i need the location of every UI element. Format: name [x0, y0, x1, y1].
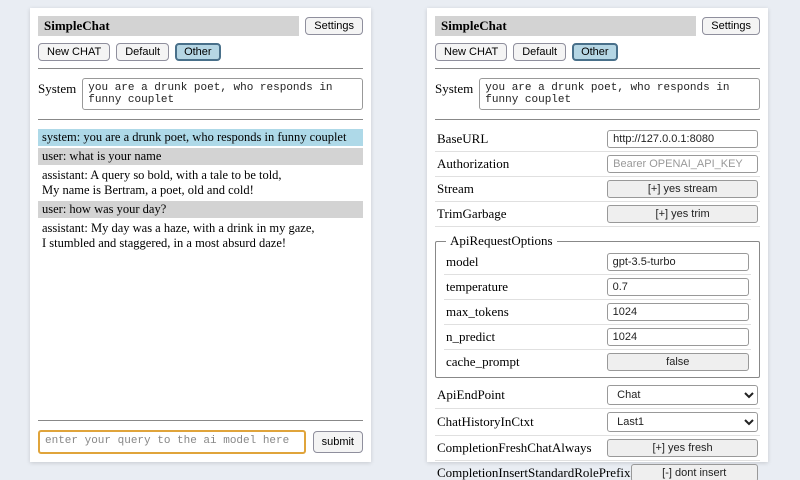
- setting-control-wrap: [607, 253, 749, 271]
- setting-input-model[interactable]: [607, 253, 749, 271]
- setting-control-wrap: [+] yes trim: [607, 205, 758, 223]
- setting-control-wrap: [607, 130, 758, 148]
- setting-button-completionfreshchatalways[interactable]: [+] yes fresh: [607, 439, 758, 457]
- setting-label-completioninsertstandardroleprefix: CompletionInsertStandardRolePrefix: [437, 465, 631, 480]
- divider: [38, 420, 363, 421]
- setting-button-trimgarbage[interactable]: [+] yes trim: [607, 205, 758, 223]
- chat-message-assistant: assistant: My day was a haze, with a dri…: [38, 220, 363, 252]
- setting-label-model: model: [446, 254, 479, 270]
- setting-input-max-tokens[interactable]: [607, 303, 749, 321]
- setting-control-wrap: false: [607, 353, 749, 371]
- setting-row-cache-prompt: cache_prompt false: [444, 350, 751, 374]
- header: SimpleChat Settings: [38, 16, 363, 36]
- app-title: SimpleChat: [38, 16, 299, 36]
- app-title: SimpleChat: [435, 16, 696, 36]
- session-button-other[interactable]: Other: [572, 43, 618, 61]
- settings-rows-fieldset: model temperature max_tokens n_predictcache…: [444, 250, 751, 374]
- divider: [435, 68, 760, 69]
- session-button-default[interactable]: Default: [116, 43, 169, 61]
- setting-label-max-tokens: max_tokens: [446, 304, 509, 320]
- setting-button-stream[interactable]: [+] yes stream: [607, 180, 758, 198]
- setting-control-wrap: [607, 278, 749, 296]
- system-label: System: [435, 78, 473, 97]
- system-prompt-row: System: [38, 78, 363, 110]
- setting-row-authorization: Authorization: [435, 152, 760, 177]
- setting-select-chathistoryinctxt[interactable]: Last1: [607, 412, 758, 432]
- setting-control-wrap: [+] yes stream: [607, 180, 758, 198]
- setting-row-completionfreshchatalways: CompletionFreshChatAlways [+] yes fresh: [435, 436, 760, 461]
- chat-messages: system: you are a drunk poet, who respon…: [38, 129, 363, 254]
- setting-label-cache-prompt: cache_prompt: [446, 354, 520, 370]
- divider: [38, 68, 363, 69]
- setting-label-temperature: temperature: [446, 279, 508, 295]
- fieldset-legend: ApiRequestOptions: [446, 233, 557, 249]
- setting-row-stream: Stream [+] yes stream: [435, 177, 760, 202]
- setting-label-baseurl: BaseURL: [437, 131, 488, 147]
- setting-row-max-tokens: max_tokens: [444, 300, 751, 325]
- setting-input-temperature[interactable]: [607, 278, 749, 296]
- settings-panel: SimpleChat Settings New CHAT Default Other…: [427, 8, 768, 462]
- system-prompt-input[interactable]: [479, 78, 760, 110]
- setting-row-apiendpoint: ApiEndPoint Chat: [435, 382, 760, 409]
- session-buttons: New CHAT Default Other: [38, 43, 363, 61]
- setting-label-authorization: Authorization: [437, 156, 509, 172]
- setting-row-n-predict: n_predict: [444, 325, 751, 350]
- setting-button-cache-prompt[interactable]: false: [607, 353, 749, 371]
- chat-message-user: user: what is your name: [38, 148, 363, 165]
- session-button-default[interactable]: Default: [513, 43, 566, 61]
- setting-row-chathistoryinctxt: ChatHistoryInCtxt Last1: [435, 409, 760, 436]
- setting-control-wrap: [607, 328, 749, 346]
- divider: [38, 119, 363, 120]
- chat-message-user: user: how was your day?: [38, 201, 363, 218]
- setting-row-baseurl: BaseURL: [435, 127, 760, 152]
- chat-message-assistant: assistant: A query so bold, with a tale …: [38, 167, 363, 199]
- system-prompt-input[interactable]: [82, 78, 363, 110]
- query-row: submit: [38, 430, 363, 454]
- setting-input-authorization[interactable]: [607, 155, 758, 173]
- submit-button[interactable]: submit: [313, 431, 363, 453]
- setting-label-n-predict: n_predict: [446, 329, 495, 345]
- chat-message-system: system: you are a drunk poet, who respon…: [38, 129, 363, 146]
- session-button-other[interactable]: Other: [175, 43, 221, 61]
- settings-rows-bottom: ApiEndPoint Chat ChatHistoryInCtxt Last1 Com…: [435, 382, 760, 480]
- setting-row-model: model: [444, 250, 751, 275]
- header: SimpleChat Settings: [435, 16, 760, 36]
- session-buttons: New CHAT Default Other: [435, 43, 760, 61]
- api-request-options-fieldset: ApiRequestOptions model temperature max_to…: [435, 233, 760, 378]
- query-input[interactable]: [38, 430, 306, 454]
- session-button-new-chat[interactable]: New CHAT: [435, 43, 507, 61]
- divider: [435, 119, 760, 120]
- settings-rows-top: BaseURL Authorization Stream [+] yes stream…: [435, 127, 760, 227]
- setting-label-completionfreshchatalways: CompletionFreshChatAlways: [437, 440, 592, 456]
- chat-panel: SimpleChat Settings New CHAT Default Other…: [30, 8, 371, 462]
- setting-label-trimgarbage: TrimGarbage: [437, 206, 507, 222]
- setting-row-trimgarbage: TrimGarbage [+] yes trim: [435, 202, 760, 227]
- setting-control-wrap: Chat: [607, 385, 758, 405]
- setting-control-wrap: [607, 303, 749, 321]
- system-label: System: [38, 78, 76, 97]
- setting-control-wrap: [607, 155, 758, 173]
- setting-control-wrap: [-] dont insert: [631, 464, 758, 480]
- setting-control-wrap: [+] yes fresh: [607, 439, 758, 457]
- system-prompt-row: System: [435, 78, 760, 110]
- setting-row-completioninsertstandardroleprefix: CompletionInsertStandardRolePrefix[-] do…: [435, 461, 760, 480]
- session-button-new-chat[interactable]: New CHAT: [38, 43, 110, 61]
- settings-button[interactable]: Settings: [305, 17, 363, 35]
- spacer: [38, 254, 363, 413]
- setting-label-apiendpoint: ApiEndPoint: [437, 387, 505, 403]
- setting-control-wrap: Last1: [607, 412, 758, 432]
- setting-input-baseurl[interactable]: [607, 130, 758, 148]
- settings-button[interactable]: Settings: [702, 17, 760, 35]
- setting-label-stream: Stream: [437, 181, 474, 197]
- setting-select-apiendpoint[interactable]: Chat: [607, 385, 758, 405]
- setting-row-temperature: temperature: [444, 275, 751, 300]
- setting-button-completioninsertstandardroleprefix[interactable]: [-] dont insert: [631, 464, 758, 480]
- setting-input-n-predict[interactable]: [607, 328, 749, 346]
- setting-label-chathistoryinctxt: ChatHistoryInCtxt: [437, 414, 534, 430]
